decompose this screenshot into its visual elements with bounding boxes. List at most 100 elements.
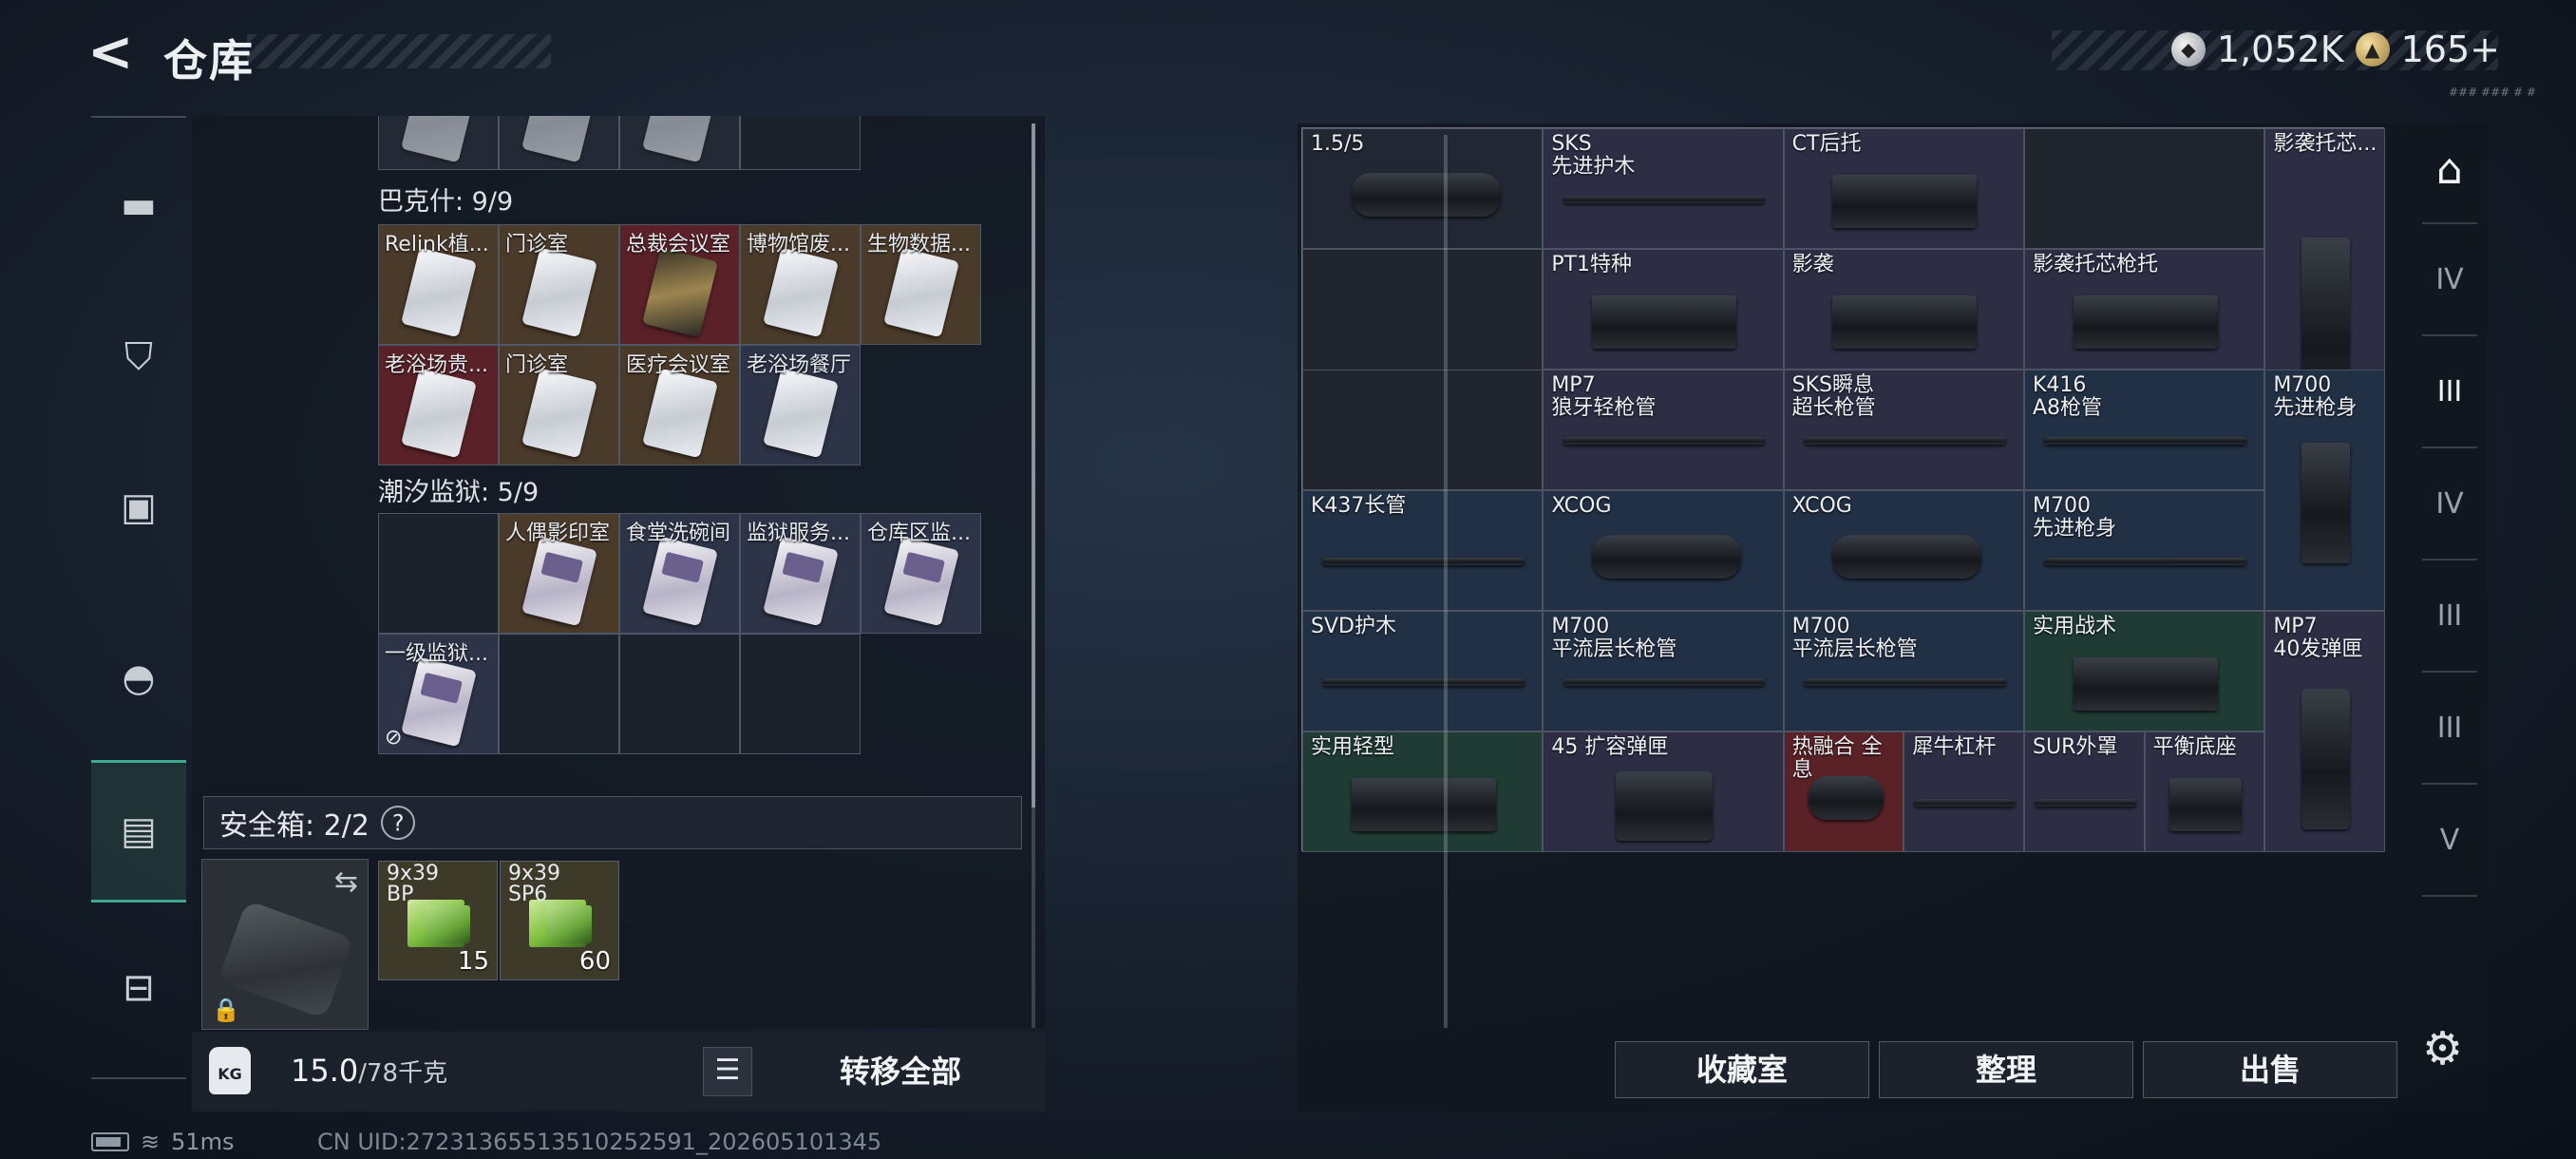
stash-scrollbar-thumb[interactable] <box>1032 124 1035 808</box>
currency-bar[interactable]: ◆ 1,052K ▲ 165+ <box>2170 28 2500 70</box>
stock-part-icon <box>1591 295 1736 350</box>
tier-4-workbench-tab[interactable]: IV <box>2407 232 2492 327</box>
keycard-slot[interactable]: 总裁会议室 <box>619 224 740 345</box>
tier-3-weapon-tab[interactable]: III <box>2407 344 2492 439</box>
stash-cell[interactable] <box>740 116 861 170</box>
weapon-part-slot[interactable]: M700 先进枪身 <box>2264 370 2385 611</box>
keycard-slot[interactable]: 生物数据... <box>861 224 981 345</box>
safe-box-container[interactable]: ⇆ 🔒 <box>201 859 369 1030</box>
tier-4-armor-tab[interactable]: IV <box>2407 456 2492 551</box>
list-view-button[interactable]: ☰ <box>703 1047 752 1096</box>
keycard-icon <box>521 368 597 459</box>
back-arrow-icon[interactable]: < <box>87 24 135 82</box>
keycard-slot[interactable]: 食堂洗碗间 <box>619 513 740 634</box>
keycard-slot[interactable]: 仓库区监... <box>861 513 981 634</box>
weapon-part-slot[interactable]: 平衡底座 <box>2144 732 2265 852</box>
help-icon[interactable]: ? <box>373 798 423 847</box>
weapon-part-slot[interactable]: M700 平流层长枪管 <box>1783 611 2024 732</box>
weapon-part-slot[interactable]: 犀牛杠杆 <box>1904 732 2024 852</box>
armor-tab[interactable]: ⛉ <box>91 300 186 414</box>
tier-3-medical-tab[interactable]: III <box>2407 680 2492 775</box>
keycard-label: 一级监狱... <box>385 642 488 666</box>
weapon-part-slot[interactable]: CT后托 <box>1783 128 2024 249</box>
weapon-part-slot[interactable]: MP7 狼牙轻枪管 <box>1543 370 1784 490</box>
stock-part-icon <box>2073 657 2218 712</box>
keycard-slot[interactable]: 医疗会议室 <box>619 345 740 466</box>
keycard-slot[interactable] <box>740 634 861 754</box>
weapon-part-slot[interactable]: 45 扩容弹匣 <box>1543 732 1784 852</box>
container-tab[interactable]: ▤ <box>91 760 186 902</box>
keycard-slot[interactable]: 监狱服务... <box>740 513 861 634</box>
keycard-label: Relink植... <box>385 233 489 256</box>
part-label: 犀牛杠杆 <box>1912 735 1997 759</box>
safe-room-tab[interactable]: ⌂ <box>2407 122 2492 217</box>
weapon-part-slot[interactable]: M700 平流层长枪管 <box>1543 611 1784 732</box>
weapon-part-slot[interactable]: MP7 40发弹匣 <box>2264 611 2385 852</box>
weapon-part-slot[interactable]: 热融合 全息 <box>1783 732 1904 852</box>
weapon-part-slot[interactable]: 影袭 <box>1783 249 2024 370</box>
armor-iii-icon: III <box>2436 598 2463 633</box>
weight-readout: 15.0/78千克 <box>291 1053 447 1089</box>
backpack-tab[interactable]: ▣ <box>91 450 186 564</box>
weapon-part-slot[interactable]: PT1特种 <box>1543 249 1784 370</box>
weapon-part-slot[interactable]: 实用战术 <box>2024 611 2265 732</box>
workshop-grid[interactable]: 1.5/5 SKS 先进护木 CT后托 影袭托芯... PT1特种 影袭 影袭托芯枪托 MP7… <box>1301 127 2385 852</box>
weapon-part-slot[interactable]: SVD护木 <box>1302 611 1544 732</box>
part-label: 影袭 <box>1791 253 1834 276</box>
keycard-slot[interactable]: 一级监狱... ⊘ <box>378 634 499 754</box>
toolbox-tab[interactable]: ⊟ <box>91 931 186 1045</box>
weapon-tab[interactable]: ▬ <box>91 148 186 262</box>
keycard-icon <box>642 536 718 627</box>
keycard-slot[interactable]: 人偶影印室 <box>499 513 619 634</box>
keycard-slot[interactable] <box>499 634 619 754</box>
sell-button[interactable]: 出售 <box>2143 1041 2397 1098</box>
keycard-slot[interactable]: 老浴场贵... <box>378 345 499 466</box>
weapon-part-slot[interactable]: 实用轻型 <box>1302 732 1544 852</box>
keycard-slot[interactable]: Relink植... <box>378 224 499 345</box>
weapon-part-slot[interactable]: SKS 先进护木 <box>1543 128 1784 249</box>
empty-slot[interactable] <box>1302 370 1544 490</box>
helmet-tab[interactable]: ◓ <box>91 621 186 735</box>
keycard-slot[interactable]: 门诊室 <box>499 224 619 345</box>
ammo-slot-sp6[interactable]: 9x39 SP6 60 <box>500 861 619 980</box>
weapon-part-slot[interactable]: SUR外罩 <box>2024 732 2145 852</box>
ammo-name-line1: 9x39 <box>387 862 440 885</box>
ammo-slot-bp[interactable]: 9x39 BP 15 <box>378 861 498 980</box>
weapon-part-slot[interactable]: M700 先进枪身 <box>2024 490 2265 611</box>
stash-area[interactable]: 巴克什: 9/9 Relink植... 门诊室 总裁会议室 博物馆废... 生物数据..… <box>192 116 1028 792</box>
weapon-part-slot[interactable]: K437长管 <box>1302 490 1544 611</box>
keycard-slot[interactable]: 博物馆废... <box>740 224 861 345</box>
stash-cell[interactable] <box>378 116 499 170</box>
part-label: XCOG <box>1791 494 1852 518</box>
weapon-part-slot[interactable]: SKS瞬息 超长枪管 <box>1783 370 2024 490</box>
weapon-part-slot[interactable]: 影袭托芯枪托 <box>2024 249 2265 370</box>
part-label: PT1特种 <box>1551 253 1633 276</box>
workshop-scrollbar[interactable] <box>1444 135 1448 1028</box>
stash-cell[interactable] <box>619 116 740 170</box>
keycard-slot[interactable] <box>619 634 740 754</box>
keycard-slot[interactable]: 老浴场餐厅 <box>740 345 861 466</box>
rod-part-icon <box>2044 557 2247 565</box>
weapon-part-slot[interactable]: K416 A8枪管 <box>2024 370 2265 490</box>
vault-icon: ⌂ <box>2436 144 2463 194</box>
tier-3-armor-tab[interactable]: III <box>2407 568 2492 663</box>
empty-slot[interactable] <box>2024 128 2265 249</box>
mag-part-icon <box>1616 770 1713 842</box>
weapon-part-slot[interactable]: XCOG <box>1783 490 2024 611</box>
weapon-part-slot[interactable]: XCOG <box>1543 490 1784 611</box>
keycard-slot[interactable] <box>378 513 499 634</box>
transfer-all-button[interactable]: 转移全部 <box>769 1045 1032 1098</box>
part-label: MP7 狼牙轻枪管 <box>1551 373 1657 420</box>
swap-icon[interactable]: ⇆ <box>334 865 358 899</box>
sort-button[interactable]: 整理 <box>1879 1041 2133 1098</box>
collection-room-button[interactable]: 收藏室 <box>1615 1041 1869 1098</box>
keycard-slot[interactable]: 门诊室 <box>499 345 619 466</box>
keycard-grid-tidal-prison: 人偶影印室 食堂洗碗间 监狱服务... 仓库区监... 一级监狱... ⊘ <box>378 513 981 754</box>
stash-cell[interactable] <box>499 116 619 170</box>
part-label: 影袭托芯... <box>2273 132 2377 156</box>
toolbox-icon: ⊟ <box>123 966 155 1010</box>
tier-5-tab[interactable]: V <box>2407 792 2492 887</box>
gear-icon[interactable]: ⚙ <box>2422 1022 2463 1075</box>
weapon-part-slot[interactable]: 1.5/5 <box>1302 128 1544 249</box>
rod-part-icon <box>1563 436 1766 445</box>
